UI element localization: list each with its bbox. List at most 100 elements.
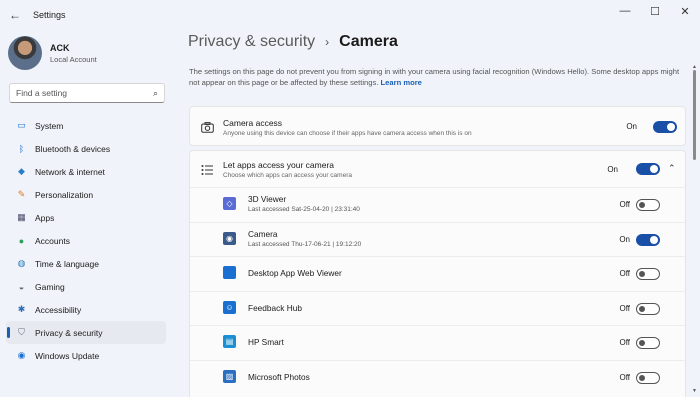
title-bar: ← Settings — ☐ ✕ (0, 0, 700, 30)
camera-access-title: Camera access (223, 118, 283, 128)
minimize-icon[interactable]: — (610, 0, 640, 22)
sidebar-item-bluetooth-devices[interactable]: ᛒ Bluetooth & devices (6, 137, 166, 160)
profile-account-type: Local Account (50, 54, 97, 64)
controller-icon: ◒ (18, 281, 25, 292)
app-name: 3D Viewer (248, 194, 287, 204)
scroll-down-arrow-icon[interactable]: ▼ (692, 388, 697, 394)
sidebar-item-label: Privacy & security (35, 327, 103, 338)
hp-smart-icon: ▤ (223, 335, 236, 348)
app-toggle[interactable] (636, 371, 660, 384)
sidebar-item-label: Accounts (35, 235, 70, 246)
sidebar-item-time-language[interactable]: ◍ Time & language (6, 252, 166, 275)
let-apps-header[interactable]: Let apps access your camera Choose which… (190, 151, 687, 187)
search-placeholder: Find a setting (16, 88, 68, 98)
sidebar-item-personalization[interactable]: ✎ Personalization (6, 183, 166, 206)
camera-access-state: On (626, 122, 637, 131)
app-name: HP Smart (248, 337, 284, 347)
window-controls: — ☐ ✕ (610, 0, 700, 22)
app-last-accessed: Last accessed Thu-17-06-21 | 19:12:20 (248, 240, 362, 248)
sidebar-item-label: Network & internet (35, 166, 105, 177)
sidebar-item-apps[interactable]: ▦ Apps (6, 206, 166, 229)
app-row-hp-smart: ▤ HP Smart Off (190, 325, 687, 359)
sidebar-item-gaming[interactable]: ◒ Gaming (6, 275, 166, 298)
app-name: Desktop App Web Viewer (248, 268, 342, 278)
let-apps-subtitle: Choose which apps can access your camera (223, 172, 352, 179)
app-toggle-state: Off (619, 200, 630, 209)
app-toggle[interactable] (636, 199, 660, 211)
search-input[interactable]: Find a setting ⌕ (9, 83, 165, 103)
app-title: Settings (33, 10, 66, 20)
app-row-camera: ◉ Camera Last accessed Thu-17-06-21 | 19:1… (190, 221, 687, 256)
sidebar-item-network-internet[interactable]: ◆ Network & internet (6, 160, 166, 183)
globe-icon: ◍ (17, 258, 26, 268)
app-row-microsoft-photos: ▨ Microsoft Photos Off (190, 359, 687, 394)
breadcrumb: Privacy & security › Camera (188, 33, 398, 51)
let-apps-card: Let apps access your camera Choose which… (189, 150, 687, 397)
app-toggle[interactable] (636, 268, 660, 280)
breadcrumb-parent[interactable]: Privacy & security (188, 33, 315, 51)
sidebar-nav: ▭ System ᛒ Bluetooth & devices ◆ Network & in… (6, 114, 166, 367)
sidebar-item-accessibility[interactable]: ✱ Accessibility (6, 298, 166, 321)
bluetooth-icon: ᛒ (18, 143, 25, 154)
app-toggle-state: Off (619, 269, 630, 278)
feedback-icon: ☺ (223, 300, 236, 314)
page-description: The settings on this page do not prevent… (189, 66, 689, 88)
scrollbar[interactable] (693, 70, 696, 370)
app-toggle-state: On (619, 234, 630, 244)
sidebar-item-privacy-security[interactable]: ⛉ Privacy & security (6, 321, 166, 344)
sidebar-item-accounts[interactable]: ● Accounts (6, 229, 166, 252)
brush-icon: ✎ (17, 189, 26, 199)
photos-icon: ▨ (223, 369, 236, 383)
let-apps-toggle[interactable] (636, 163, 660, 175)
description-text: The settings on this page do not prevent… (189, 67, 680, 87)
app-name: Camera (248, 228, 278, 239)
search-icon[interactable]: ⌕ (153, 88, 158, 99)
avatar (8, 36, 42, 70)
app-toggle[interactable] (636, 337, 660, 349)
app-toggle[interactable] (636, 233, 660, 246)
sidebar-item-system[interactable]: ▭ System (6, 114, 166, 137)
close-icon[interactable]: ✕ (670, 0, 700, 22)
sidebar: ACK Local Account Find a setting ⌕ ▭ Syst… (0, 30, 178, 397)
cube-icon: ◇ (223, 197, 236, 210)
let-apps-title: Let apps access your camera (223, 160, 335, 170)
app-row-feedback-hub: ☺ Feedback Hub Off (190, 290, 687, 325)
apps-icon: ▦ (17, 212, 26, 222)
app-last-accessed: Last accessed Sat-25-04-20 | 23:31:40 (248, 206, 360, 213)
person-icon: ● (18, 235, 25, 246)
wifi-icon: ◆ (18, 166, 25, 176)
back-arrow-icon[interactable]: ← (3, 3, 27, 27)
page-title: Camera (339, 33, 398, 50)
app-name: Microsoft Photos (248, 371, 310, 382)
sidebar-item-label: System (35, 120, 64, 131)
sidebar-item-label: Gaming (35, 281, 65, 292)
camera-icon (200, 120, 214, 134)
app-toggle-state: Off (619, 338, 630, 347)
sidebar-item-label: Time & language (35, 258, 99, 269)
camera-access-toggle[interactable] (653, 121, 677, 133)
breadcrumb-separator-icon: › (325, 35, 330, 49)
sidebar-item-label: Accessibility (35, 304, 82, 315)
app-toggle-state: Off (619, 303, 630, 313)
camera-app-icon: ◉ (223, 231, 236, 245)
camera-access-subtitle: Anyone using this device can choose if t… (223, 130, 472, 137)
app-tile-icon (223, 266, 236, 279)
scrollbar-thumb[interactable] (693, 70, 696, 160)
app-name: Feedback Hub (248, 302, 302, 313)
shield-icon: ⛉ (18, 327, 25, 337)
learn-more-link[interactable]: Learn more (381, 78, 422, 87)
profile[interactable]: ACK Local Account (8, 36, 97, 70)
app-toggle[interactable] (636, 302, 660, 315)
sidebar-item-label: Bluetooth & devices (35, 143, 111, 154)
camera-access-card: Camera access Anyone using this device c… (189, 106, 686, 146)
maximize-icon[interactable]: ☐ (640, 0, 670, 22)
accessibility-icon: ✱ (17, 304, 26, 314)
app-row-3d-viewer: ◇ 3D Viewer Last accessed Sat-25-04-20 | 2… (190, 187, 687, 221)
sidebar-item-label: Personalization (35, 189, 94, 200)
chevron-up-icon[interactable]: ⌃ (668, 163, 676, 174)
profile-name: ACK (50, 42, 70, 53)
monitor-icon: ▭ (17, 120, 26, 130)
sidebar-item-label: Windows Update (35, 350, 100, 361)
list-icon (201, 163, 213, 181)
sidebar-item-windows-update[interactable]: ◉ Windows Update (6, 344, 166, 367)
